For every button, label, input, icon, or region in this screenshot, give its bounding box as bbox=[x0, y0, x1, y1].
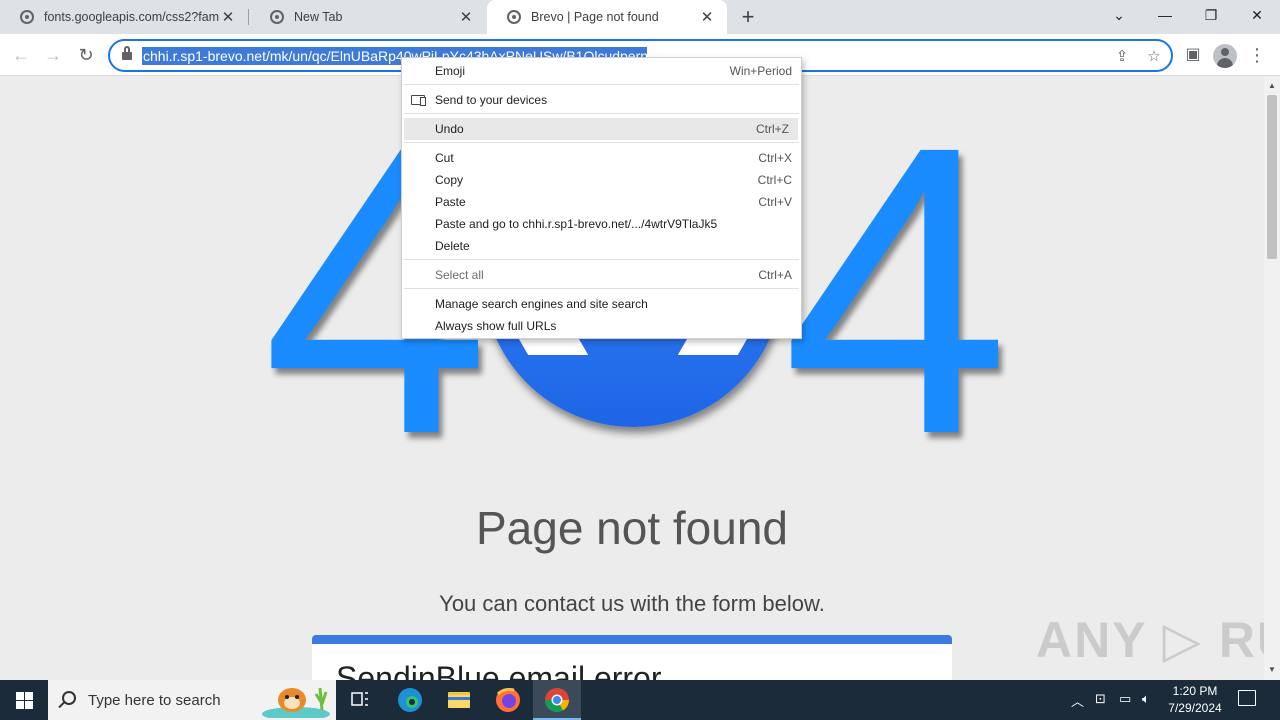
scroll-down-icon[interactable]: ▼ bbox=[1268, 666, 1276, 674]
bookmark-star-icon[interactable]: ☆ bbox=[1144, 47, 1164, 67]
task-view-button[interactable] bbox=[336, 680, 384, 720]
scroll-up-icon[interactable]: ▲ bbox=[1268, 82, 1276, 90]
menu-separator bbox=[404, 113, 799, 114]
menu-item-send-to-devices[interactable]: Send to your devices bbox=[402, 89, 801, 111]
close-window-button[interactable]: ✕ bbox=[1234, 0, 1280, 30]
device-tray-icon[interactable]: ⊡ bbox=[1095, 691, 1106, 707]
page-scrollbar[interactable]: ▲ ▼ bbox=[1264, 77, 1280, 680]
show-hidden-icons-chevron-up-icon[interactable]: ︿ bbox=[1071, 691, 1084, 710]
tab-new-tab[interactable]: New Tab ✕ bbox=[250, 0, 486, 34]
menu-item-undo[interactable]: Undo Ctrl+Z bbox=[404, 118, 798, 140]
restore-button[interactable]: ❐ bbox=[1188, 0, 1234, 30]
menu-item-paste-and-go[interactable]: Paste and go to chhi.r.sp1-brevo.net/...… bbox=[402, 213, 801, 235]
taskbar-edge[interactable] bbox=[386, 680, 434, 720]
back-button[interactable]: ← bbox=[8, 42, 34, 68]
page-title: Page not found bbox=[475, 502, 789, 554]
error-digit-right: 4 bbox=[782, 77, 1011, 519]
side-panel-icon[interactable]: ▣ bbox=[1180, 42, 1206, 68]
network-icon[interactable]: ▭ bbox=[1119, 691, 1131, 707]
taskbar-file-explorer[interactable] bbox=[435, 680, 483, 720]
scroll-thumb[interactable] bbox=[1267, 95, 1277, 259]
volume-icon[interactable]: 🔈︎ bbox=[1142, 691, 1150, 707]
lock-icon[interactable] bbox=[122, 46, 132, 61]
share-icon[interactable]: ⇪ bbox=[1112, 47, 1132, 67]
tab-divider bbox=[248, 9, 249, 25]
tab-title: fonts.googleapis.com/css2?fam bbox=[44, 10, 220, 24]
clock-time: 1:20 PM bbox=[1172, 684, 1218, 698]
menu-separator bbox=[404, 288, 799, 289]
tab-fonts[interactable]: fonts.googleapis.com/css2?fam ✕ bbox=[0, 0, 248, 34]
kebab-menu-icon[interactable]: ⋮ bbox=[1244, 42, 1270, 68]
search-icon bbox=[62, 691, 76, 705]
menu-item-cut[interactable]: Cut Ctrl+X bbox=[402, 147, 801, 169]
windows-logo-icon bbox=[16, 692, 24, 700]
taskbar-chrome[interactable] bbox=[533, 680, 581, 720]
omnibox-context-menu: Emoji Win+Period Send to your devices Un… bbox=[401, 57, 802, 339]
tab-close-icon[interactable]: ✕ bbox=[458, 8, 474, 26]
search-highlight-tiger-icon bbox=[262, 687, 330, 718]
start-button[interactable] bbox=[0, 680, 48, 720]
globe-icon bbox=[20, 10, 34, 24]
notifications-icon[interactable] bbox=[1238, 690, 1256, 706]
tab-title: Brevo | Page not found bbox=[531, 10, 659, 24]
menu-item-copy[interactable]: Copy Ctrl+C bbox=[402, 169, 801, 191]
minimize-button[interactable]: — bbox=[1142, 0, 1188, 30]
tab-brevo-active[interactable]: Brevo | Page not found ✕ bbox=[487, 0, 727, 34]
tab-close-icon[interactable]: ✕ bbox=[220, 8, 236, 26]
tab-title: New Tab bbox=[294, 10, 343, 24]
taskbar-search-box[interactable]: Type here to search bbox=[48, 680, 336, 720]
menu-separator bbox=[404, 259, 799, 260]
search-placeholder: Type here to search bbox=[88, 692, 221, 709]
menu-item-select-all[interactable]: Select all Ctrl+A bbox=[402, 264, 801, 286]
menu-item-delete[interactable]: Delete bbox=[402, 235, 801, 257]
chrome-icon bbox=[270, 10, 284, 24]
menu-item-paste[interactable]: Paste Ctrl+V bbox=[402, 191, 801, 213]
firefox-icon bbox=[496, 688, 520, 712]
menu-item-manage-search-engines[interactable]: Manage search engines and site search bbox=[402, 293, 801, 315]
anyrun-watermark: ANY ▷ RUN bbox=[1036, 612, 1264, 668]
new-tab-button[interactable]: + bbox=[738, 5, 758, 29]
forward-button[interactable]: → bbox=[40, 42, 66, 68]
devices-icon bbox=[411, 95, 426, 106]
menu-separator bbox=[404, 142, 799, 143]
windows-taskbar: Type here to search ︿ ⊡ ▭ 🔈︎ 1:20 PM 7/2… bbox=[0, 680, 1280, 720]
tab-close-icon[interactable]: ✕ bbox=[699, 8, 715, 26]
tab-search-button[interactable]: ⌄ bbox=[1096, 0, 1142, 30]
task-view-icon bbox=[351, 692, 368, 706]
folder-icon bbox=[448, 692, 470, 708]
taskbar-firefox[interactable] bbox=[484, 680, 532, 720]
form-title: SendinBlue email error bbox=[336, 660, 662, 680]
menu-separator bbox=[404, 84, 799, 85]
edge-icon bbox=[398, 688, 422, 712]
reload-button[interactable]: ↻ bbox=[73, 42, 99, 68]
menu-item-emoji[interactable]: Emoji Win+Period bbox=[402, 60, 801, 82]
globe-icon bbox=[507, 10, 521, 24]
taskbar-clock[interactable]: 1:20 PM 7/29/2024 bbox=[1164, 683, 1226, 717]
profile-avatar[interactable] bbox=[1213, 44, 1237, 68]
tab-strip: fonts.googleapis.com/css2?fam ✕ New Tab … bbox=[0, 0, 1280, 34]
contact-form-card: SendinBlue email error bbox=[312, 635, 952, 680]
chrome-icon bbox=[545, 688, 569, 713]
clock-date: 7/29/2024 bbox=[1168, 701, 1222, 715]
menu-item-always-show-full-urls[interactable]: Always show full URLs bbox=[402, 315, 801, 337]
